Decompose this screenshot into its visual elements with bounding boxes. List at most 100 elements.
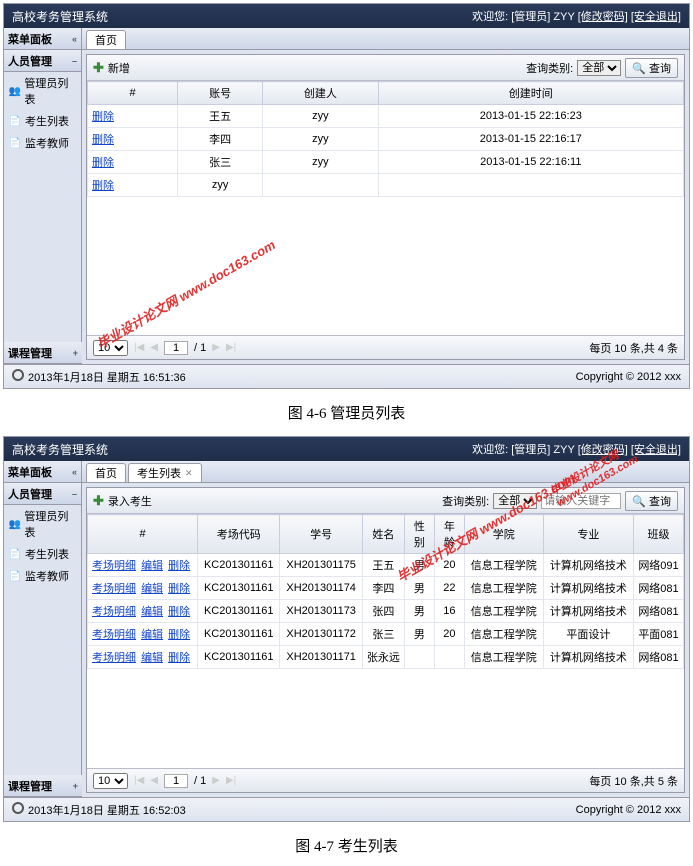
add-button[interactable]: ✚新增 [93,60,130,76]
person-mgmt-header[interactable]: 人员管理– [4,50,81,72]
logout-link[interactable]: [安全退出] [631,444,681,456]
sidebar: 菜单面板« 人员管理– 👥管理员列表 📄考生列表 📄监考教师 课程管理+ [4,28,82,364]
col-creator: 创建人 [263,82,378,105]
last-page-button[interactable]: ▶| [226,775,236,786]
cell-room: KC201301161 [198,554,280,577]
cell-creator: zyy [263,151,378,174]
next-page-button[interactable]: ▶ [212,775,220,786]
person-mgmt-header[interactable]: 人员管理– [4,483,81,505]
cell-ctime: 2013-01-15 22:16:23 [378,105,683,128]
cell-sid: XH201301173 [280,600,362,623]
cell-name: 张永远 [362,646,404,669]
logout-link[interactable]: [安全退出] [631,11,681,23]
sidebar-item-student-list[interactable]: 📄考生列表 [4,110,81,132]
footer-time: 2013年1月18日 星期五 16:51:36 [12,369,186,385]
sidebar-item-admin-list[interactable]: 👥管理员列表 [4,72,81,110]
row-action-link[interactable]: 考场明细 [92,606,136,618]
row-action-link[interactable]: 编辑 [141,629,163,641]
row-action-link[interactable]: 删除 [168,652,190,664]
row-action-link[interactable]: 删除 [168,606,190,618]
cell-sex: 男 [404,623,434,646]
header-user-area: 欢迎您: [管理员] ZYY [修改密码] [安全退出] [472,8,681,24]
row-action-link[interactable]: 考场明细 [92,652,136,664]
minus-icon: – [72,56,77,66]
sidebar-item-admin-list[interactable]: 👥管理员列表 [4,505,81,543]
row-action-link[interactable]: 删除 [168,583,190,595]
page-size-select[interactable]: 10 [93,773,128,789]
delete-link[interactable]: 删除 [92,111,114,123]
cell-account: 王五 [178,105,263,128]
table-row-ops: 删除 [88,105,178,128]
import-button[interactable]: ✚录入考生 [93,493,152,509]
cell-age: 20 [434,623,464,646]
row-action-link[interactable]: 编辑 [141,583,163,595]
change-password-link[interactable]: [修改密码] [578,11,628,23]
cell-creator: zyy [263,105,378,128]
sidebar-item-proctor[interactable]: 📄监考教师 [4,132,81,154]
menu-panel-header[interactable]: 菜单面板« [4,461,81,483]
query-select[interactable]: 全部 [577,60,621,76]
tab-students[interactable]: 考生列表✕ [128,463,202,482]
row-action-link[interactable]: 删除 [168,629,190,641]
cell-major: 计算机网络技术 [543,554,633,577]
course-mgmt-header[interactable]: 课程管理+ [4,775,82,797]
prev-page-button[interactable]: ◀ [150,342,158,353]
next-page-button[interactable]: ▶ [212,342,220,353]
cell-room: KC201301161 [198,623,280,646]
delete-link[interactable]: 删除 [92,134,114,146]
search-button[interactable]: 🔍 查询 [625,491,678,511]
table-row-ops: 删除 [88,151,178,174]
close-icon[interactable]: ✕ [185,468,193,479]
app-title: 高校考务管理系统 [12,8,108,25]
add-icon: ✚ [93,493,104,509]
row-action-link[interactable]: 编辑 [141,560,163,572]
cell-sid: XH201301171 [280,646,362,669]
figure-caption-1: 图 4-6 管理员列表 [0,392,693,433]
row-action-link[interactable]: 考场明细 [92,560,136,572]
cell-ctime: 2013-01-15 22:16:17 [378,128,683,151]
first-page-button[interactable]: |◀ [134,775,144,786]
cell-major: 计算机网络技术 [543,577,633,600]
row-action-link[interactable]: 考场明细 [92,583,136,595]
search-input[interactable] [541,493,621,509]
prev-page-button[interactable]: ◀ [150,775,158,786]
col-college: 学院 [464,515,543,554]
tab-home[interactable]: 首页 [86,463,126,482]
app-title: 高校考务管理系统 [12,441,108,458]
menu-panel-header[interactable]: 菜单面板« [4,28,81,50]
change-password-link[interactable]: [修改密码] [578,444,628,456]
query-select[interactable]: 全部 [493,493,537,509]
sidebar-item-student-list[interactable]: 📄考生列表 [4,543,81,565]
sidebar-item-proctor[interactable]: 📄监考教师 [4,565,81,587]
table-row-ops: 删除 [88,128,178,151]
doc-icon: 📄 [8,114,22,128]
row-action-link[interactable]: 考场明细 [92,629,136,641]
collapse-icon[interactable]: « [72,34,77,44]
cell-name: 张三 [362,623,404,646]
page-total: / 1 [194,342,206,354]
search-button[interactable]: 🔍 查询 [625,58,678,78]
table-row-ops: 删除 [88,174,178,197]
course-mgmt-header[interactable]: 课程管理+ [4,342,82,364]
delete-link[interactable]: 删除 [92,157,114,169]
cell-college: 信息工程学院 [464,646,543,669]
cell-sex [404,646,434,669]
page-size-select[interactable]: 10 [93,340,128,356]
row-action-link[interactable]: 删除 [168,560,190,572]
last-page-button[interactable]: ▶| [226,342,236,353]
first-page-button[interactable]: |◀ [134,342,144,353]
cell-class: 平面081 [634,623,684,646]
row-action-link[interactable]: 编辑 [141,652,163,664]
cell-age: 22 [434,577,464,600]
page-input[interactable] [164,341,188,355]
cell-class: 网络081 [634,600,684,623]
collapse-icon[interactable]: « [72,467,77,477]
tab-home[interactable]: 首页 [86,30,126,49]
cell-college: 信息工程学院 [464,600,543,623]
cell-major: 计算机网络技术 [543,600,633,623]
page-input[interactable] [164,774,188,788]
delete-link[interactable]: 删除 [92,180,114,192]
row-action-link[interactable]: 编辑 [141,606,163,618]
search-icon: 🔍 [632,63,646,75]
student-table: # 考场代码 学号 姓名 性别 年龄 学院 专业 班级 考场明细 编辑 删除KC… [87,514,684,669]
